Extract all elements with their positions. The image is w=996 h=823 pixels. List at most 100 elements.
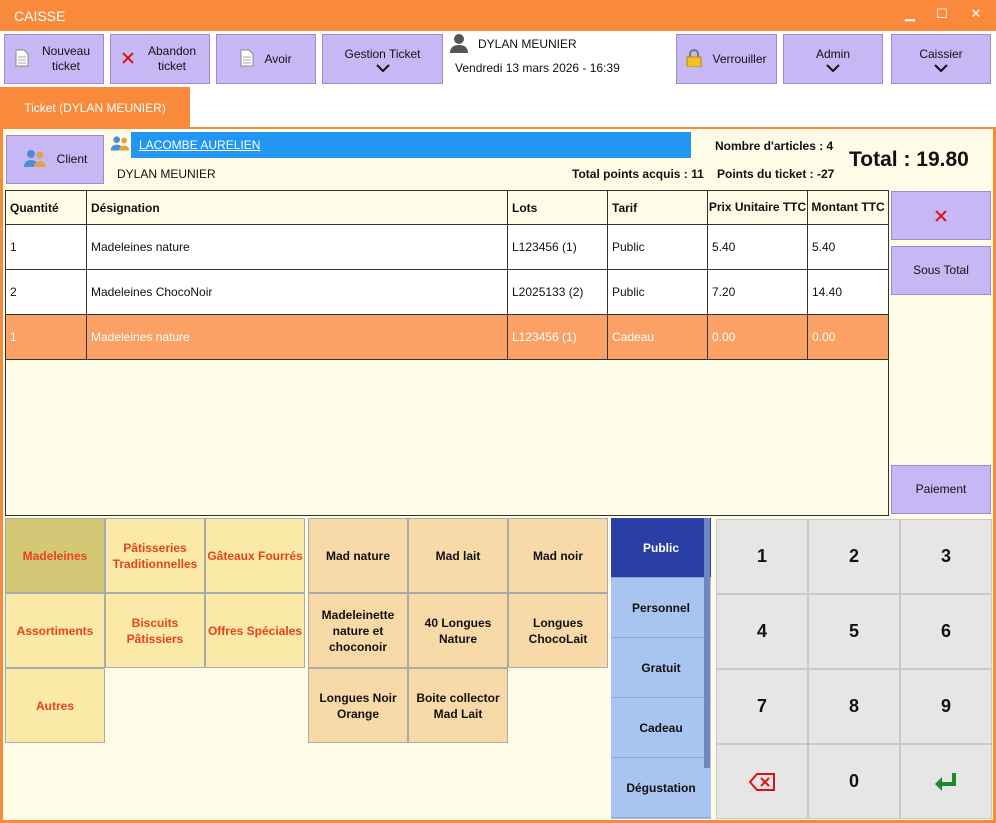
category-offres-speciales[interactable]: Offres Spéciales <box>205 593 305 668</box>
tarif-cadeau[interactable]: Cadeau <box>611 698 711 758</box>
key-6[interactable]: 6 <box>900 594 992 669</box>
key-5[interactable]: 5 <box>808 594 900 669</box>
key-backspace[interactable] <box>716 744 808 819</box>
subtotal-button[interactable]: Sous Total <box>891 246 991 295</box>
abandon-ticket-button[interactable]: Abandon ticket <box>110 34 210 84</box>
cell-designation: Madeleines ChocoNoir <box>87 270 508 314</box>
total-amount: Total : 19.80 <box>849 148 969 171</box>
tab-ticket[interactable]: Ticket (DYLAN MEUNIER) <box>0 87 190 129</box>
product-mad-lait[interactable]: Mad lait <box>408 518 508 593</box>
user-info: DYLAN MEUNIER Vendredi 13 mars 2026 - 16… <box>447 33 667 83</box>
header-montant: Montant TTC <box>808 191 888 225</box>
cell-designation: Madeleines nature <box>87 225 508 269</box>
subtotal-label: Sous Total <box>913 263 969 277</box>
header-designation: Désignation <box>87 191 508 225</box>
delete-line-button[interactable] <box>891 191 991 240</box>
cross-icon <box>935 209 947 222</box>
product-madeleinette[interactable]: Madeleinette nature et choconoir <box>308 593 408 668</box>
key-1[interactable]: 1 <box>716 519 808 594</box>
client-button[interactable]: Client <box>6 135 104 184</box>
category-madeleines[interactable]: Madeleines <box>5 518 105 593</box>
category-assortiments[interactable]: Assortiments <box>5 593 105 668</box>
lock-icon <box>686 48 702 70</box>
product-boite-collector[interactable]: Boite collector Mad Lait <box>408 668 508 743</box>
window-title: CAISSE <box>14 8 66 24</box>
gestion-ticket-label: Gestion Ticket <box>344 46 421 61</box>
product-longues-chocolait[interactable]: Longues ChocoLait <box>508 593 608 668</box>
chevron-down-icon <box>826 63 840 72</box>
cell-tarif: Cadeau <box>608 315 708 359</box>
key-2[interactable]: 2 <box>808 519 900 594</box>
key-9[interactable]: 9 <box>900 669 992 744</box>
admin-button[interactable]: Admin <box>783 34 883 84</box>
tab-bar: Ticket (DYLAN MEUNIER) <box>0 87 996 129</box>
admin-label: Admin <box>815 46 850 61</box>
seller-name: DYLAN MEUNIER <box>117 167 216 181</box>
header-quantite: Quantité <box>6 191 87 225</box>
gestion-ticket-button[interactable]: Gestion Ticket <box>322 34 443 84</box>
key-enter[interactable] <box>900 744 992 819</box>
payment-button[interactable]: Paiement <box>891 465 991 514</box>
key-8[interactable]: 8 <box>808 669 900 744</box>
tarif-personnel[interactable]: Personnel <box>611 578 711 638</box>
lock-button[interactable]: Verrouiller <box>676 34 777 84</box>
tarif-degustation[interactable]: Dégustation <box>611 758 711 818</box>
category-gateaux-fourres[interactable]: Gâteaux Fourrés <box>205 518 305 593</box>
key-4[interactable]: 4 <box>716 594 808 669</box>
document-icon <box>15 49 29 70</box>
cross-icon <box>121 51 135 68</box>
minimize-icon[interactable]: ▁ <box>900 6 920 26</box>
cell-prix: 5.40 <box>708 225 808 269</box>
tarif-scrollbar[interactable] <box>704 518 710 768</box>
users-icon <box>23 148 47 171</box>
chevron-down-icon <box>375 63 390 72</box>
ticket-points: Points du ticket : -27 <box>717 167 835 181</box>
table-row-selected[interactable]: 1 Madeleines nature L123456 (1) Cadeau 0… <box>6 315 888 360</box>
product-mad-noir[interactable]: Mad noir <box>508 518 608 593</box>
table-row[interactable]: 2 Madeleines ChocoNoir L2025133 (2) Publ… <box>6 270 888 315</box>
cell-designation: Madeleines nature <box>87 315 508 359</box>
cell-prix: 0.00 <box>708 315 808 359</box>
table-row[interactable]: 1 Madeleines nature L123456 (1) Public 5… <box>6 225 888 270</box>
header-prix-unitaire: Prix Unitaire TTC <box>708 191 808 225</box>
cell-lots: L123456 (1) <box>508 315 608 359</box>
enter-icon <box>935 772 956 791</box>
product-longues-noir-orange[interactable]: Longues Noir Orange <box>308 668 408 743</box>
cell-tarif: Public <box>608 270 708 314</box>
key-0[interactable]: 0 <box>808 744 900 819</box>
avoir-button[interactable]: Avoir <box>216 34 316 84</box>
header-tarif: Tarif <box>608 191 708 225</box>
close-icon[interactable]: ✕ <box>966 6 986 26</box>
category-patisseries-traditionnelles[interactable]: Pâtisseries Traditionnelles <box>105 518 205 593</box>
key-3[interactable]: 3 <box>900 519 992 594</box>
client-name-link[interactable]: LACOMBE AURELIEN <box>131 132 691 158</box>
datetime: Vendredi 13 mars 2026 - 16:39 <box>455 61 620 75</box>
payment-label: Paiement <box>915 482 967 496</box>
lock-label: Verrouiller <box>712 51 767 66</box>
caissier-label: Caissier <box>919 46 963 61</box>
key-7[interactable]: 7 <box>716 669 808 744</box>
maximize-icon[interactable]: ☐ <box>932 6 952 26</box>
header-lots: Lots <box>508 191 608 225</box>
cell-prix: 7.20 <box>708 270 808 314</box>
avoir-label: Avoir <box>264 51 292 66</box>
category-biscuits-patissiers[interactable]: Biscuits Pâtissiers <box>105 593 205 668</box>
backspace-icon <box>748 772 775 791</box>
product-mad-nature[interactable]: Mad nature <box>308 518 408 593</box>
cell-montant: 5.40 <box>812 240 836 254</box>
category-autres[interactable]: Autres <box>5 668 105 743</box>
cell-lots: L2025133 (2) <box>508 270 608 314</box>
cell-lots: L123456 (1) <box>508 225 608 269</box>
tarif-public[interactable]: Public <box>611 518 711 578</box>
cell-quantite: 2 <box>6 270 87 314</box>
user-name: DYLAN MEUNIER <box>478 37 577 51</box>
users-small-icon <box>110 136 130 151</box>
client-label: Client <box>56 152 88 166</box>
product-40-longues-nature[interactable]: 40 Longues Nature <box>408 593 508 668</box>
abandon-ticket-label: Abandon ticket <box>147 44 197 73</box>
caissier-button[interactable]: Caissier <box>891 34 991 84</box>
tarif-gratuit[interactable]: Gratuit <box>611 638 711 698</box>
ticket-table: Quantité Désignation Lots Tarif Prix Uni… <box>5 190 889 516</box>
new-ticket-button[interactable]: Nouveau ticket <box>4 34 104 84</box>
chevron-down-icon <box>934 63 948 72</box>
